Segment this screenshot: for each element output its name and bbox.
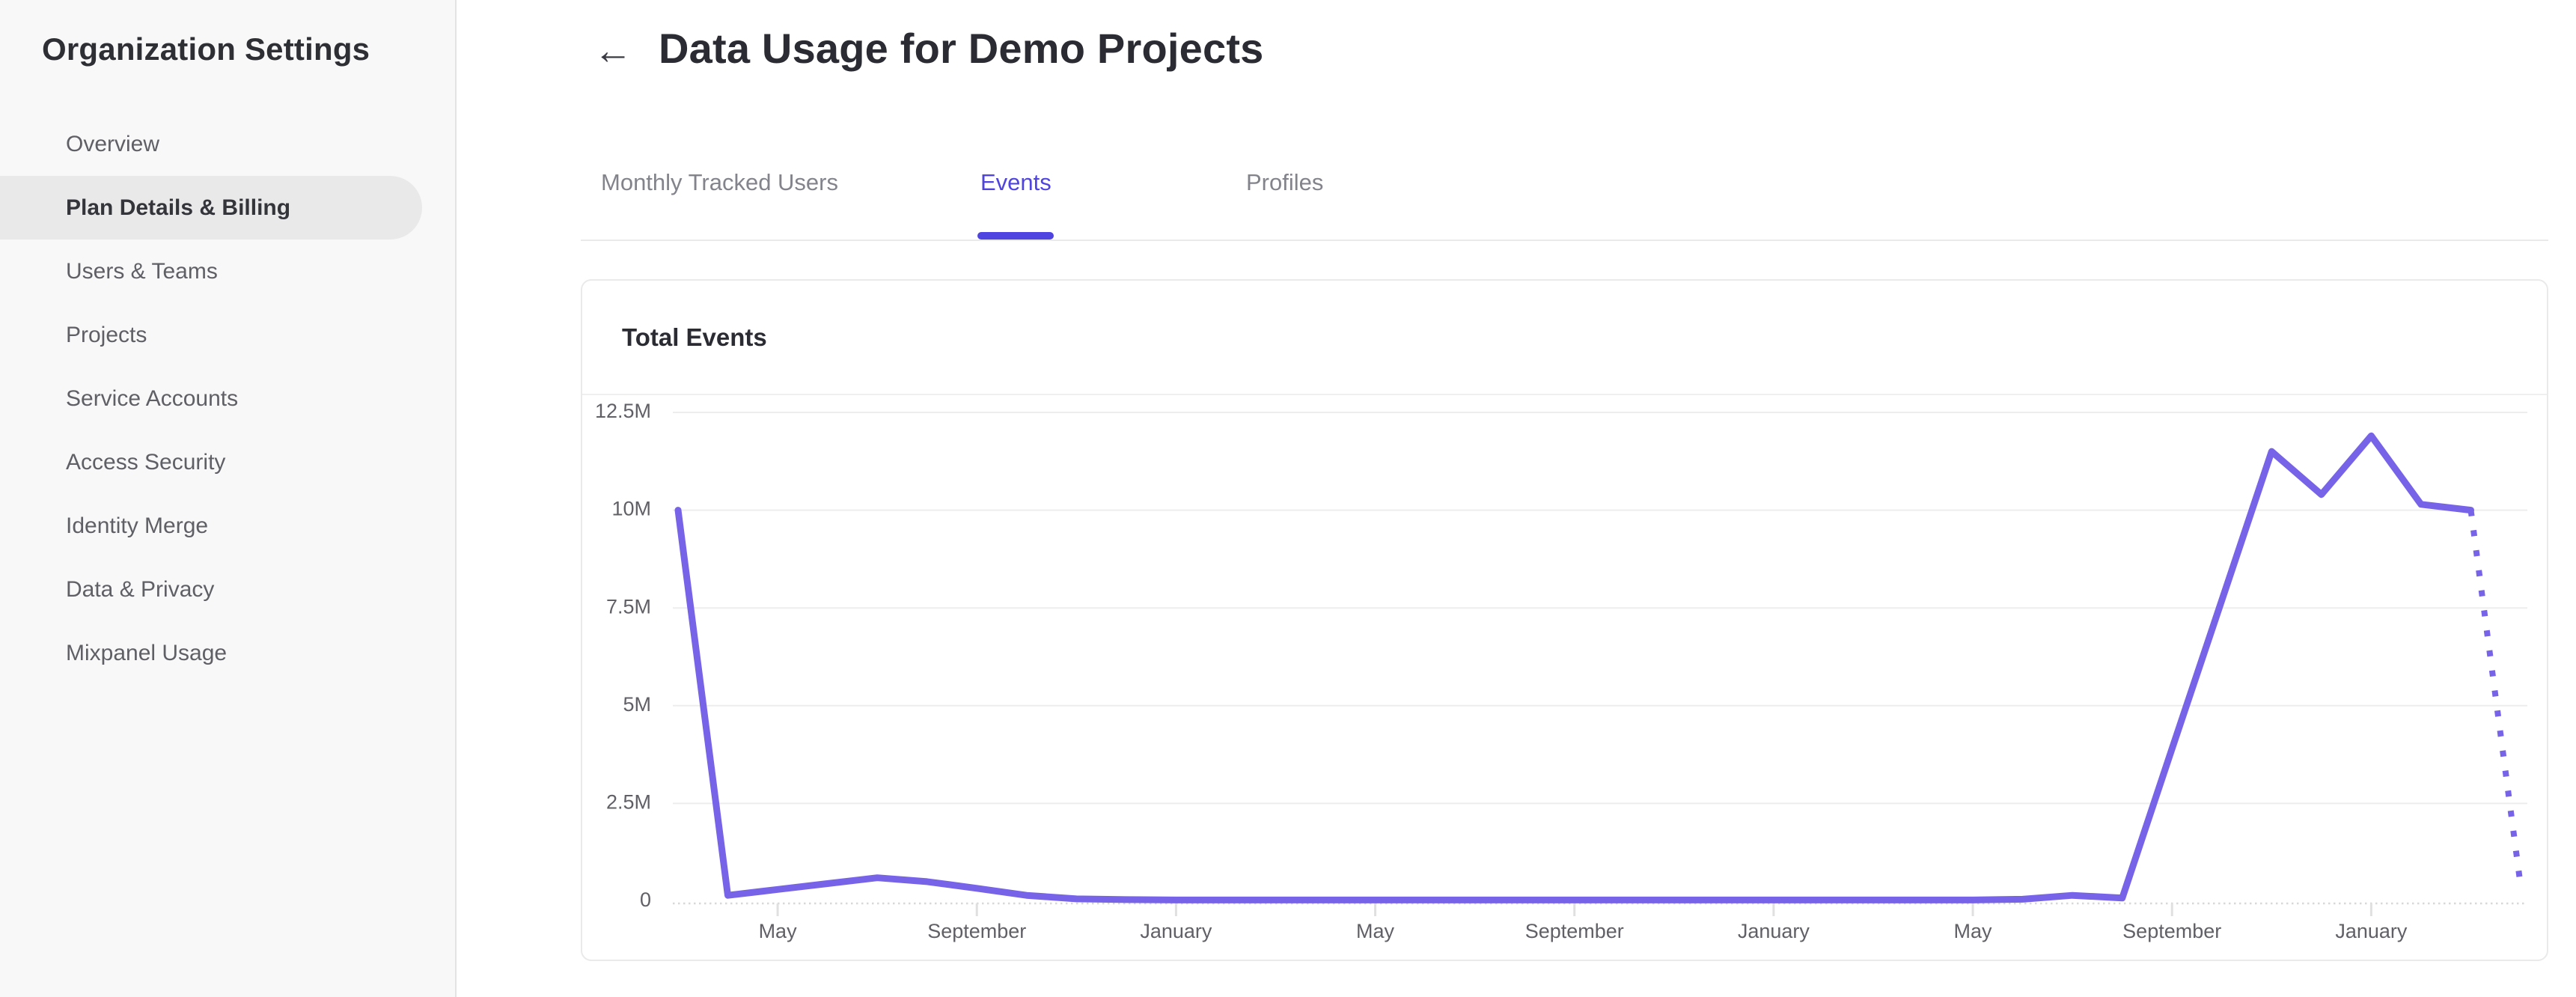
- svg-text:5M: 5M: [623, 693, 651, 716]
- sidebar-item-users-teams[interactable]: Users & Teams: [0, 240, 457, 303]
- sidebar-item-overview[interactable]: Overview: [0, 112, 457, 176]
- page: Organization Settings Overview Plan Deta…: [0, 0, 2576, 997]
- card-header: Total Events: [582, 281, 2547, 395]
- svg-text:September: September: [1525, 920, 1624, 942]
- sidebar-nav: Overview Plan Details & Billing Users & …: [0, 112, 457, 685]
- svg-text:2.5M: 2.5M: [606, 791, 651, 814]
- back-arrow-icon[interactable]: ←: [593, 22, 646, 79]
- tab-bar: Monthly Tracked Users Events Profiles: [581, 147, 2548, 243]
- sidebar-item-data-privacy[interactable]: Data & Privacy: [0, 558, 457, 621]
- sidebar: Organization Settings Overview Plan Deta…: [0, 0, 457, 997]
- svg-text:September: September: [927, 920, 1026, 942]
- sidebar-title: Organization Settings: [42, 31, 370, 67]
- sidebar-item-identity-merge[interactable]: Identity Merge: [0, 494, 457, 558]
- total-events-chart: 0 2.5M 5M 7.5M 10M 12.5M May September January Ma…: [582, 397, 2547, 958]
- svg-text:0: 0: [640, 888, 651, 911]
- card-title: Total Events: [622, 323, 767, 351]
- svg-text:12.5M: 12.5M: [595, 400, 651, 422]
- total-events-card: Total Events 0 2.5M 5M 7.5M 10M 12.5M May Septe…: [581, 279, 2548, 961]
- active-tab-indicator: [977, 232, 1054, 240]
- svg-text:January: January: [1140, 920, 1212, 942]
- tab-monthly-tracked-users[interactable]: Monthly Tracked Users: [601, 147, 838, 219]
- sidebar-item-plan-details[interactable]: Plan Details & Billing: [0, 176, 422, 240]
- svg-text:10M: 10M: [611, 498, 651, 520]
- svg-text:January: January: [1738, 920, 1810, 942]
- tab-events[interactable]: Events: [980, 147, 1052, 219]
- tab-profiles[interactable]: Profiles: [1246, 147, 1323, 219]
- sidebar-item-mixpanel-usage[interactable]: Mixpanel Usage: [0, 621, 457, 685]
- svg-text:May: May: [1954, 920, 1993, 942]
- svg-text:January: January: [2335, 920, 2408, 942]
- svg-text:7.5M: 7.5M: [606, 595, 651, 618]
- page-title: Data Usage for Demo Projects: [659, 25, 1264, 72]
- sidebar-item-projects[interactable]: Projects: [0, 303, 457, 367]
- line-chart-svg: 0 2.5M 5M 7.5M 10M 12.5M May September January Ma…: [595, 400, 2527, 942]
- tab-bar-divider: [581, 240, 2548, 241]
- svg-text:May: May: [759, 920, 798, 942]
- svg-text:September: September: [2122, 920, 2221, 942]
- svg-text:May: May: [1356, 920, 1395, 942]
- sidebar-item-service-accounts[interactable]: Service Accounts: [0, 367, 457, 430]
- sidebar-item-access-security[interactable]: Access Security: [0, 430, 457, 494]
